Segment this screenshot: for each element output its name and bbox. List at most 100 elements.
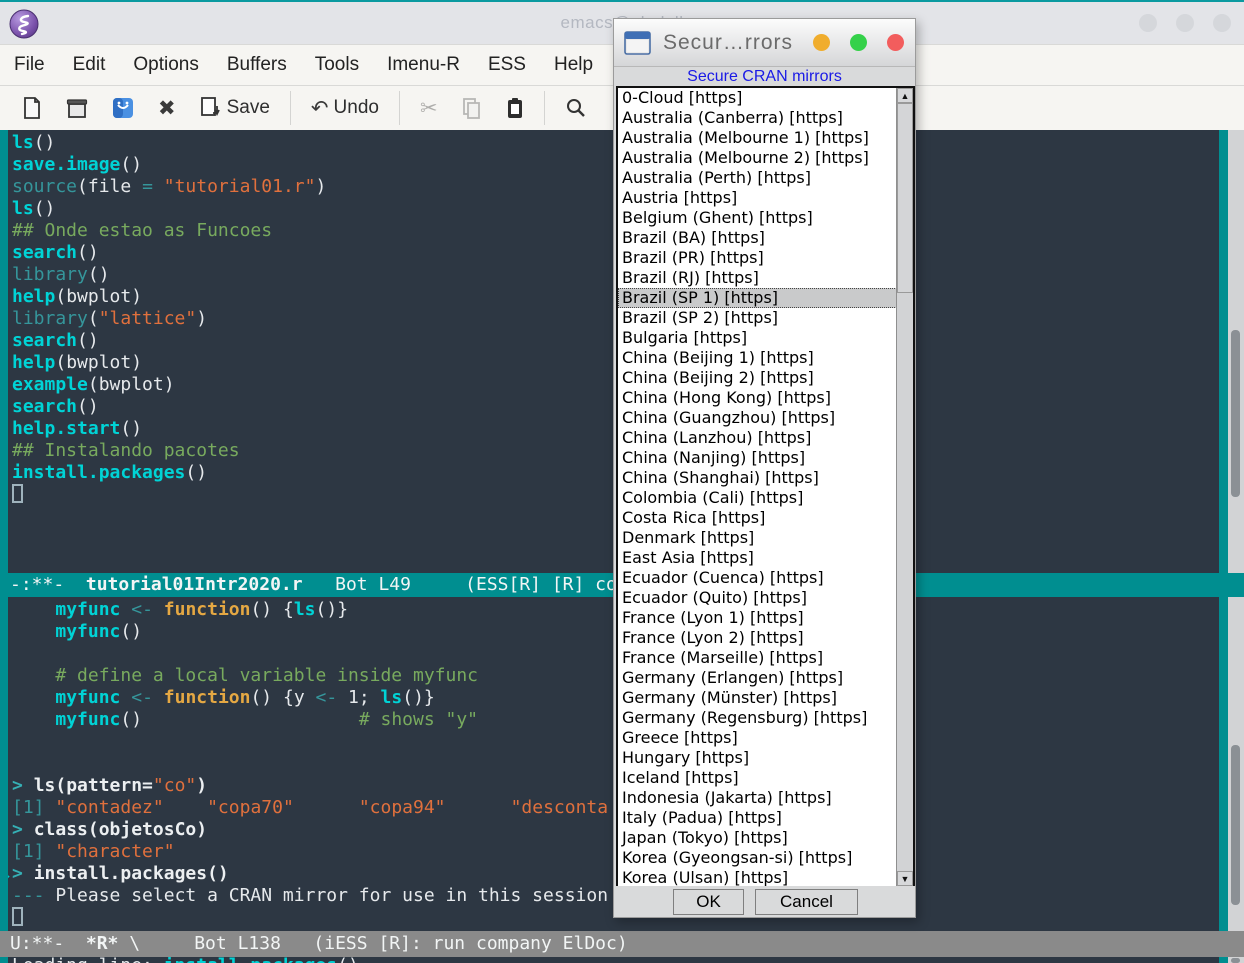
undo-button[interactable]: ↶ Undo <box>299 93 391 123</box>
menu-item[interactable]: ESS <box>488 54 526 76</box>
mirror-option[interactable]: Greece [https] <box>618 728 913 748</box>
menu-item[interactable]: Tools <box>315 54 359 76</box>
dialog-minimize-button[interactable] <box>813 34 830 51</box>
dialog-window-icon <box>624 31 651 55</box>
dialog-maximize-button[interactable] <box>850 34 867 51</box>
toolbar-separator <box>290 91 291 125</box>
paste-button[interactable] <box>494 93 536 123</box>
mirror-scrollbar-thumb[interactable] <box>897 103 913 293</box>
modeline-modes: (ESS[R] [R] co <box>465 574 617 595</box>
dialog-titlebar[interactable]: Secur…rrors <box>614 19 915 67</box>
mirror-option[interactable]: Costa Rica [https] <box>618 508 913 528</box>
search-button[interactable] <box>553 93 599 123</box>
open-directory-button[interactable] <box>54 93 100 123</box>
modeline-buffer-name: tutorial01Intr2020.r <box>86 574 303 595</box>
dialog-button-row: OK Cancel <box>614 886 915 917</box>
modeline-prefix: U:**- <box>10 933 64 954</box>
mirror-option[interactable]: Italy (Padua) [https] <box>618 808 913 828</box>
mirror-option[interactable]: Ecuador (Cuenca) [https] <box>618 568 913 588</box>
modeline-modes: (iESS [R]: run company ElDoc) <box>313 933 627 954</box>
window-button-1[interactable] <box>1139 14 1157 32</box>
open-directory-icon <box>66 97 88 119</box>
scrollbar-thumb-echo[interactable] <box>1231 958 1240 963</box>
mirror-option[interactable]: East Asia [https] <box>618 548 913 568</box>
cut-button[interactable]: ✂ <box>408 94 450 123</box>
cran-mirror-dialog: Secur…rrors Secure CRAN mirrors 0-Cloud … <box>613 18 916 918</box>
dialog-heading: Secure CRAN mirrors <box>614 67 915 86</box>
mirror-list-scrollbar[interactable]: ▲ ▼ <box>896 88 913 886</box>
copy-icon <box>462 97 482 119</box>
editor-buffer-r-console[interactable]: myfunc <- function() {ls()} myfunc() # d… <box>0 597 1219 931</box>
mirror-option[interactable]: China (Shanghai) [https] <box>618 468 913 488</box>
mirror-option[interactable]: Brazil (PR) [https] <box>618 248 913 268</box>
ok-button[interactable]: OK <box>673 889 744 915</box>
modeline-position: Bot L138 <box>194 933 281 954</box>
mirror-option[interactable]: Belgium (Ghent) [https] <box>618 208 913 228</box>
cut-icon: ✂ <box>420 98 438 119</box>
paste-icon <box>506 97 524 119</box>
dired-button[interactable] <box>100 93 146 123</box>
window-button-2[interactable] <box>1176 14 1194 32</box>
cancel-button[interactable]: Cancel <box>755 889 858 915</box>
menu-item[interactable]: Buffers <box>227 54 287 76</box>
mirror-option[interactable]: Germany (Münster) [https] <box>618 688 913 708</box>
menu-item[interactable]: Edit <box>73 54 106 76</box>
mirror-option[interactable]: Australia (Melbourne 1) [https] <box>618 128 913 148</box>
mirror-option[interactable]: China (Nanjing) [https] <box>618 448 913 468</box>
mirror-option[interactable]: Germany (Regensburg) [https] <box>618 708 913 728</box>
toolbar-separator <box>544 91 545 125</box>
mirror-list: 0-Cloud [https]Australia (Canberra) [htt… <box>616 86 915 888</box>
mirror-option[interactable]: Austria [https] <box>618 188 913 208</box>
mirror-option[interactable]: Ecuador (Quito) [https] <box>618 588 913 608</box>
mirror-option[interactable]: Germany (Erlangen) [https] <box>618 668 913 688</box>
menu-item[interactable]: Options <box>133 54 198 76</box>
mirror-option[interactable]: Brazil (SP 1) [https] <box>618 288 913 308</box>
save-icon <box>200 97 222 119</box>
mirror-option[interactable]: Bulgaria [https] <box>618 328 913 348</box>
dialog-close-button[interactable] <box>887 34 904 51</box>
mirror-option[interactable]: France (Marseille) [https] <box>618 648 913 668</box>
mirror-option[interactable]: Denmark [https] <box>618 528 913 548</box>
mirror-option[interactable]: Brazil (SP 2) [https] <box>618 308 913 328</box>
mirror-option[interactable]: France (Lyon 2) [https] <box>618 628 913 648</box>
mirror-option[interactable]: Indonesia (Jakarta) [https] <box>618 788 913 808</box>
menu-item[interactable]: Imenu-R <box>387 54 460 76</box>
mirror-option[interactable]: China (Guangzhou) [https] <box>618 408 913 428</box>
mirror-option[interactable]: Australia (Perth) [https] <box>618 168 913 188</box>
new-file-icon <box>22 97 42 119</box>
close-buffer-button[interactable]: ✖ <box>146 94 188 123</box>
copy-button[interactable] <box>450 93 494 123</box>
scroll-down-icon[interactable]: ▼ <box>897 871 913 886</box>
editor-buffer-tutorial[interactable]: ls()save.image()source(file = "tutorial0… <box>0 130 1219 574</box>
menu-item[interactable]: File <box>14 54 45 76</box>
mirror-option[interactable]: Japan (Tokyo) [https] <box>618 828 913 848</box>
mirror-option[interactable]: China (Hong Kong) [https] <box>618 388 913 408</box>
mirror-option[interactable]: China (Lanzhou) [https] <box>618 428 913 448</box>
mirror-option[interactable]: Iceland [https] <box>618 768 913 788</box>
mirror-option[interactable]: Korea (Gyeongsan-si) [https] <box>618 848 913 868</box>
modeline-prefix: -:**- <box>10 574 64 595</box>
window-button-3[interactable] <box>1213 14 1231 32</box>
scrollbar-thumb-top-window[interactable] <box>1231 330 1240 497</box>
mirror-option[interactable]: Hungary [https] <box>618 748 913 768</box>
mirror-option[interactable]: Australia (Canberra) [https] <box>618 108 913 128</box>
mirror-option[interactable]: Australia (Melbourne 2) [https] <box>618 148 913 168</box>
new-file-button[interactable] <box>10 93 54 123</box>
mirror-option[interactable]: Brazil (BA) [https] <box>618 228 913 248</box>
mirror-option[interactable]: China (Beijing 1) [https] <box>618 348 913 368</box>
save-button[interactable]: Save <box>188 93 282 123</box>
emacs-frame: emacs@aledell FileEditOptionsBuffersTool… <box>0 0 1244 963</box>
mirror-option[interactable]: France (Lyon 1) [https] <box>618 608 913 628</box>
undo-icon: ↶ <box>311 98 329 119</box>
mirror-option[interactable]: Korea (Ulsan) [https] <box>618 868 913 888</box>
scrollbar-thumb-bottom-window[interactable] <box>1231 745 1240 905</box>
dired-icon <box>112 97 134 119</box>
menu-item[interactable]: Help <box>554 54 593 76</box>
mirror-option[interactable]: Brazil (RJ) [https] <box>618 268 913 288</box>
scroll-up-icon[interactable]: ▲ <box>897 88 913 103</box>
modeline-position: Bot L49 <box>335 574 411 595</box>
mirror-option[interactable]: Colombia (Cali) [https] <box>618 488 913 508</box>
modeline-buffer-name: *R* <box>86 933 119 954</box>
mirror-option[interactable]: China (Beijing 2) [https] <box>618 368 913 388</box>
mirror-option[interactable]: 0-Cloud [https] <box>618 88 913 108</box>
